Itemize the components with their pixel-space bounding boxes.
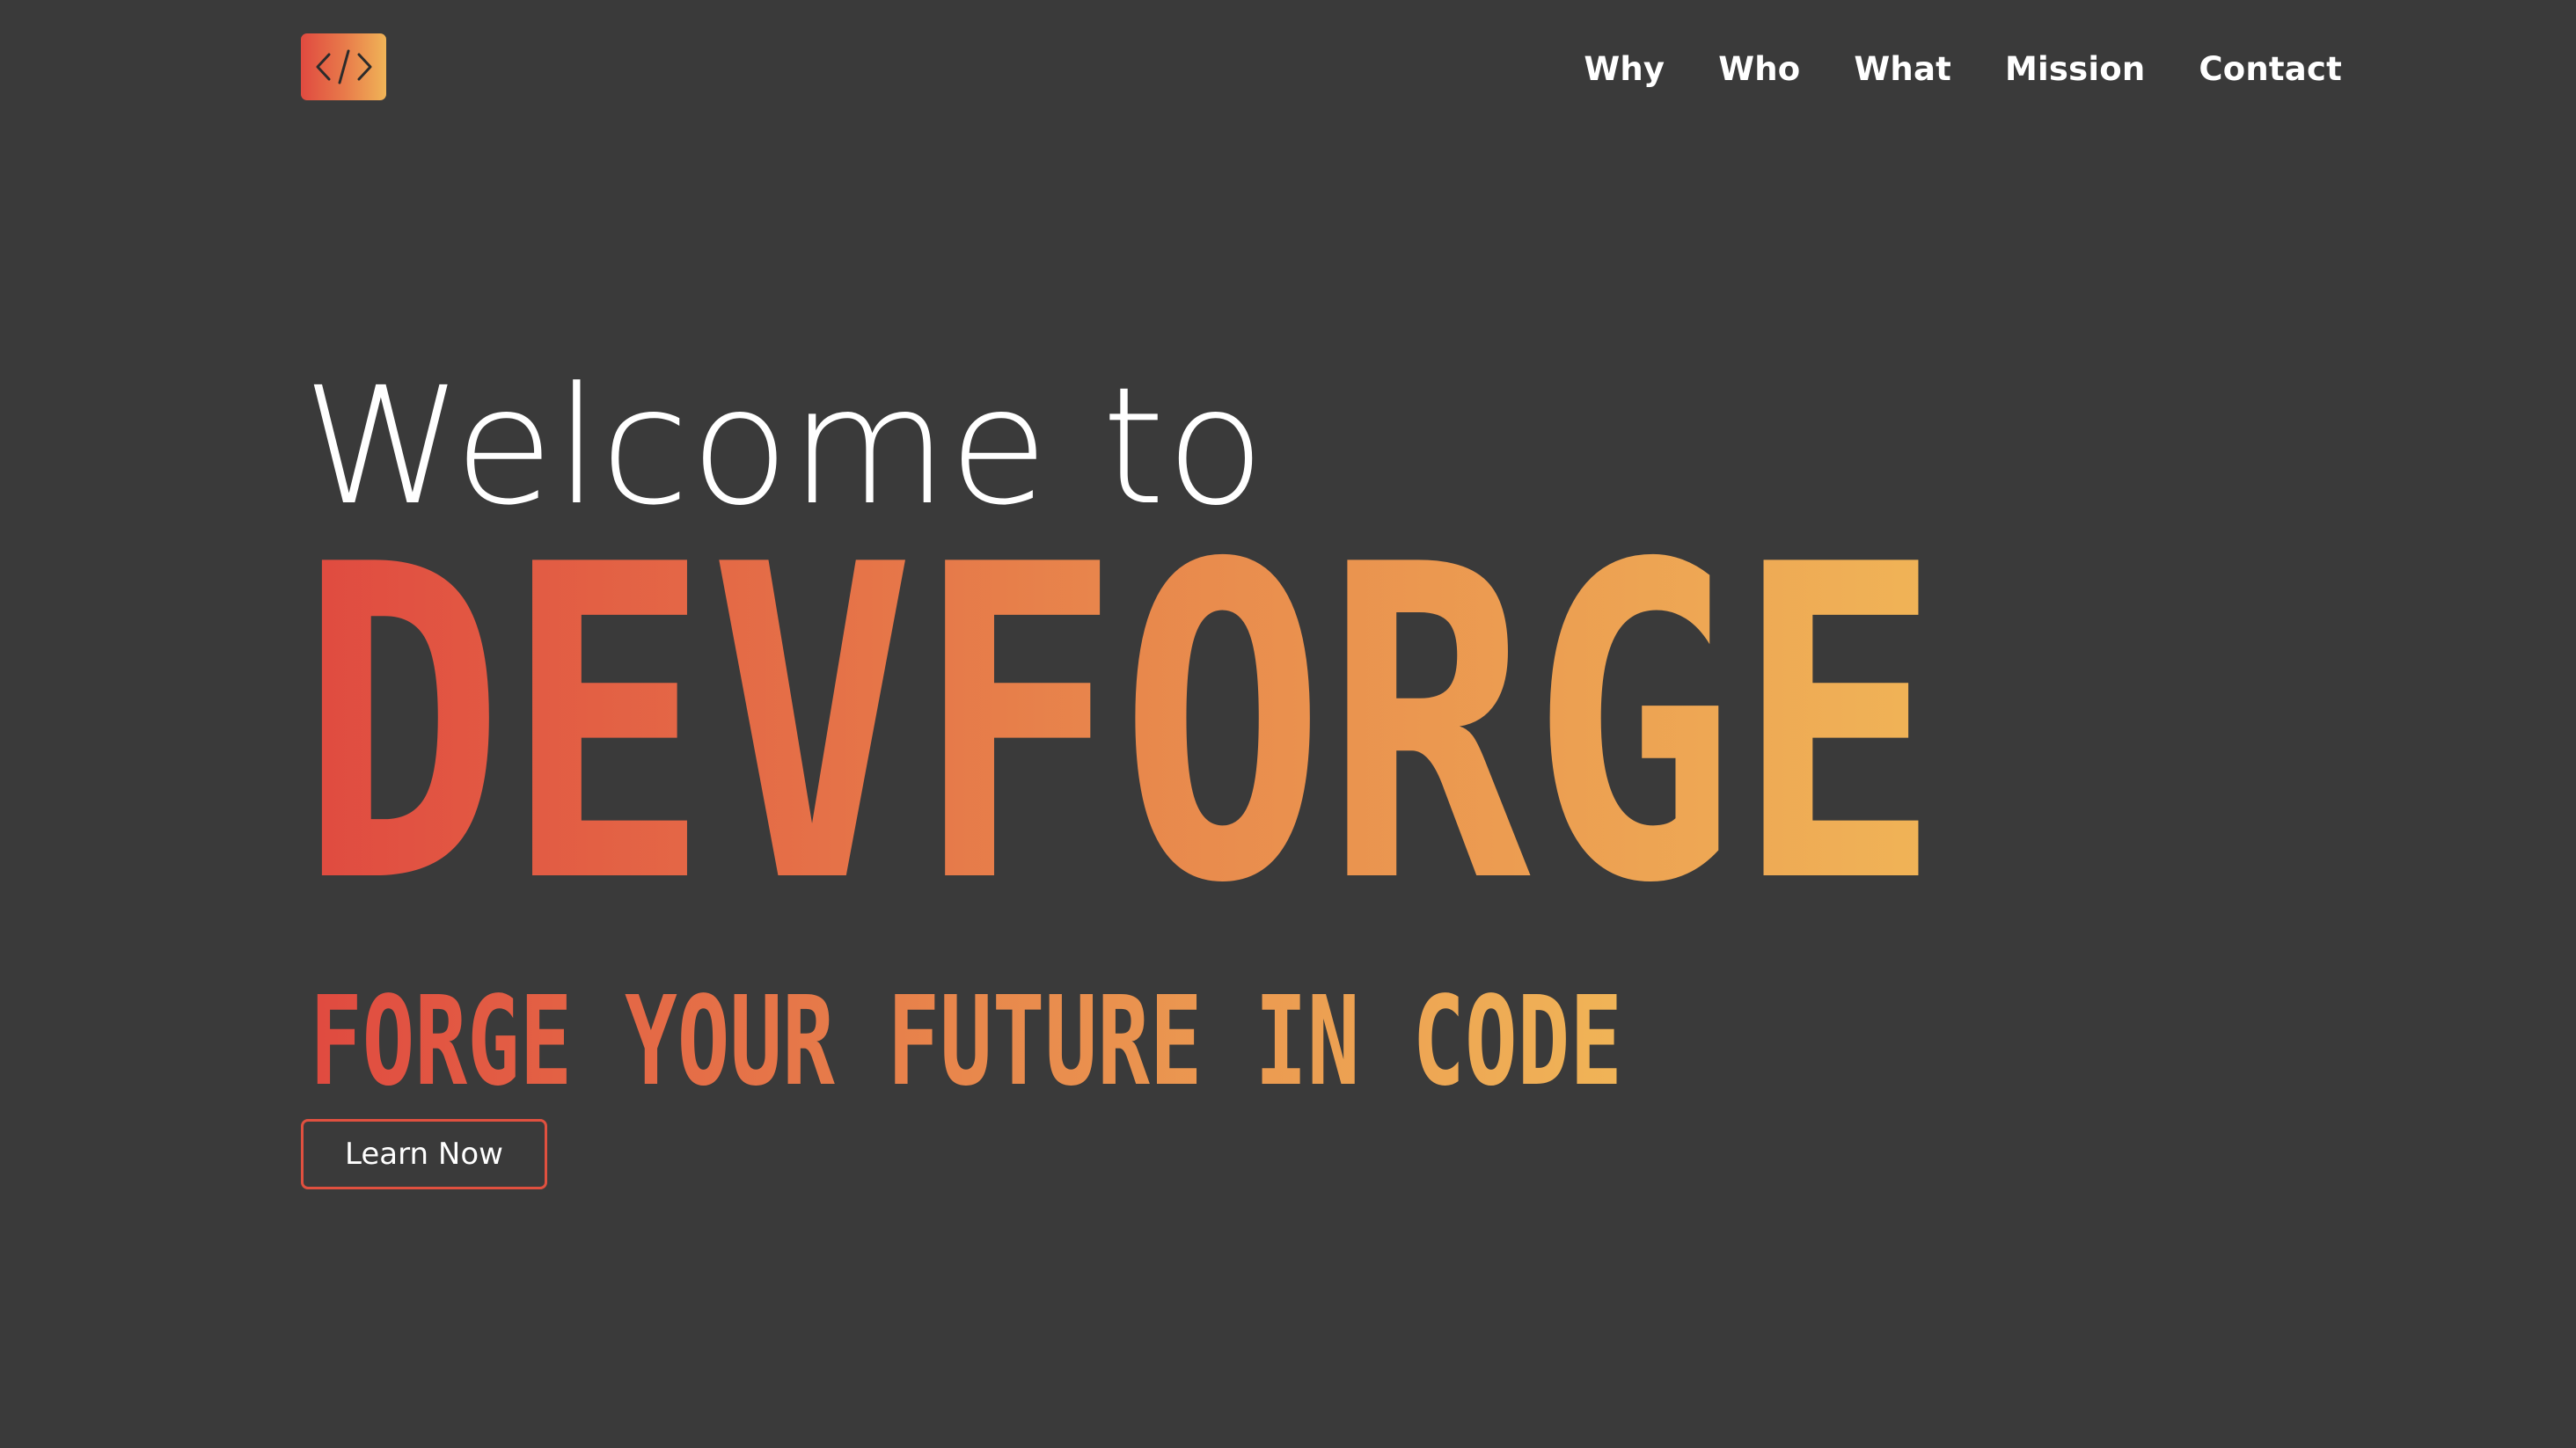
learn-now-button[interactable]: Learn Now — [301, 1119, 547, 1189]
nav-item-contact[interactable]: Contact — [2199, 53, 2342, 85]
nav-item-who[interactable]: Who — [1718, 53, 1800, 85]
nav-item-why[interactable]: Why — [1584, 53, 1665, 85]
code-brackets-icon — [316, 49, 371, 84]
hero-welcome-text: Welcome to — [303, 353, 1266, 541]
hero-tagline-text: FORGE YOUR FUTURE IN CODE — [310, 987, 1622, 1093]
logo[interactable] — [301, 33, 386, 100]
hero-title-text: DEVFORGE — [299, 535, 1941, 957]
nav-item-what[interactable]: What — [1854, 53, 1951, 85]
hero-title: DEVFORGE — [299, 535, 1941, 957]
nav-item-mission[interactable]: Mission — [2005, 53, 2145, 85]
hero-tagline: FORGE YOUR FUTURE IN CODE — [310, 987, 1622, 1093]
main-nav: Why Who What Mission Contact — [1584, 42, 2342, 95]
